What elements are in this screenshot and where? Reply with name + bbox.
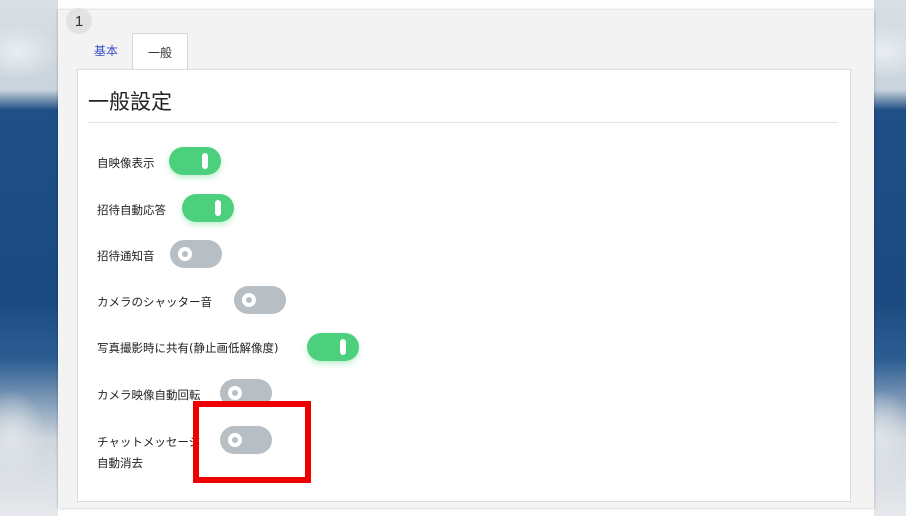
toggle-self-video[interactable] [169, 147, 221, 175]
toggle-photo-share[interactable] [307, 333, 359, 361]
toggle-invite-sound[interactable] [170, 240, 222, 268]
setting-label-auto-answer: 招待自動応答 [97, 203, 166, 217]
toggle-knob [242, 293, 256, 307]
toggle-knob [340, 339, 346, 355]
toggle-auto-answer[interactable] [182, 194, 234, 222]
cloud-background-right [874, 0, 906, 516]
step-number-badge: 1 [66, 8, 92, 34]
setting-label-chat-auto-delete-line1: チャットメッセージ [97, 435, 201, 449]
setting-label-photo-share: 写真撮影時に共有(静止画低解像度) [97, 341, 279, 355]
setting-label-shutter-sound: カメラのシャッター音 [97, 295, 212, 309]
title-divider [88, 122, 838, 123]
highlight-box [193, 401, 311, 483]
setting-label-camera-auto-rotate: カメラ映像自動回転 [97, 388, 201, 402]
tab-general[interactable]: 一般 [132, 33, 188, 71]
toggle-shutter-sound[interactable] [234, 286, 286, 314]
cloud-background-left [0, 0, 58, 516]
toggle-knob [202, 153, 208, 169]
setting-label-invite-sound: 招待通知音 [97, 249, 155, 263]
tab-basic[interactable]: 基本 [82, 32, 130, 68]
toggle-knob [228, 386, 242, 400]
setting-label-chat-auto-delete-line2: 自動消去 [97, 456, 143, 470]
setting-label-self-video: 自映像表示 [97, 156, 155, 170]
section-title: 一般設定 [88, 90, 172, 114]
toggle-knob [178, 247, 192, 261]
toggle-knob [215, 200, 221, 216]
